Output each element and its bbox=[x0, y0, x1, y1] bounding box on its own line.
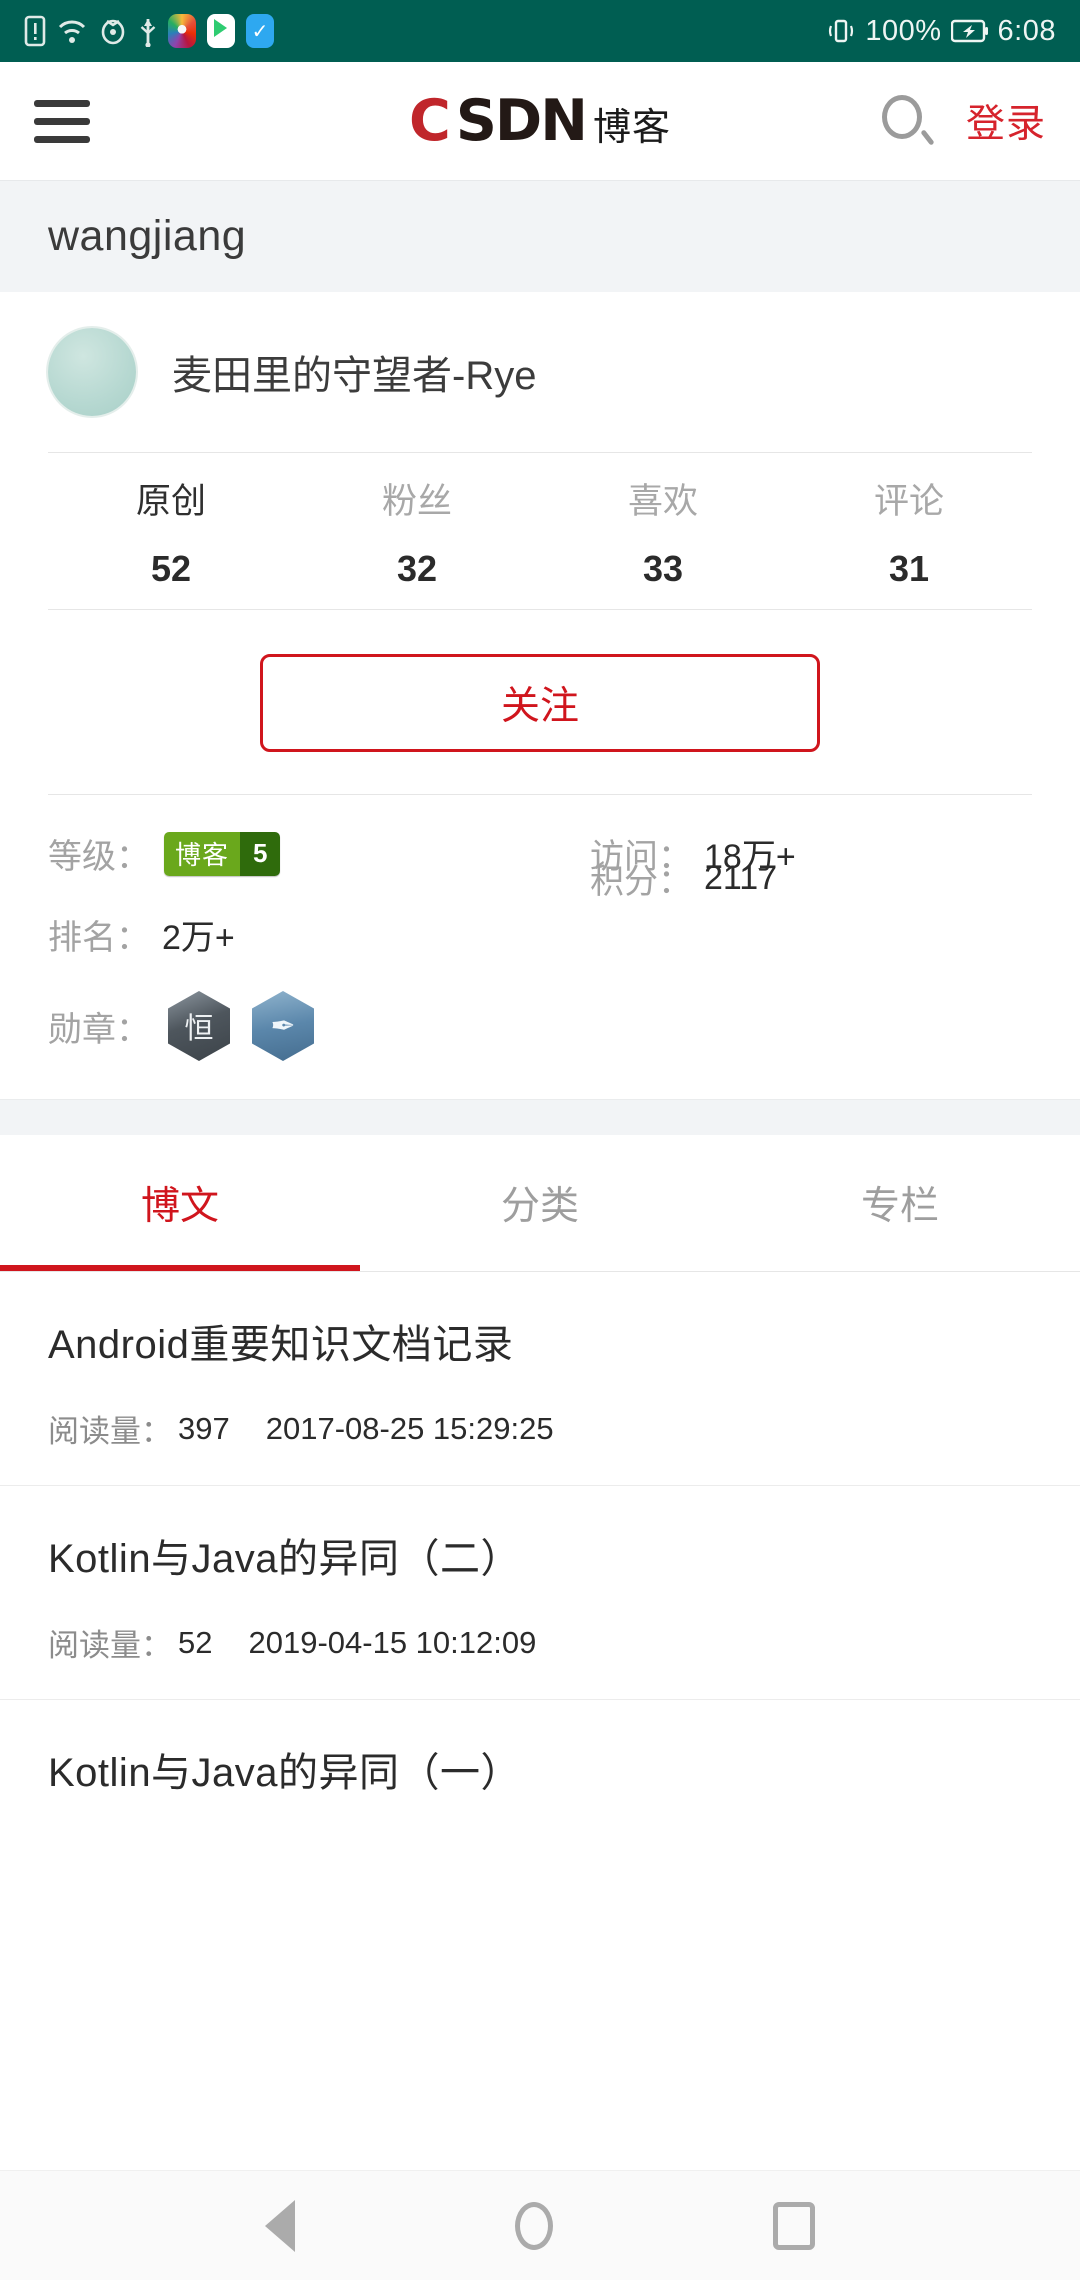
back-triangle-icon[interactable] bbox=[265, 2199, 295, 2252]
phone-screen: 100% 6:08 C SDN 博客 登录 wangjiang bbox=[0, 0, 1080, 2280]
hamburger-menu-icon[interactable] bbox=[34, 99, 90, 143]
follow-button-wrap: 关注 bbox=[48, 610, 1032, 794]
points-label: 积分： bbox=[590, 863, 692, 901]
article-title: Kotlin与Java的异同（二） bbox=[48, 1537, 522, 1581]
login-button[interactable]: 登录 bbox=[966, 93, 1046, 149]
app-header: C SDN 博客 登录 bbox=[0, 62, 1080, 180]
article-title: Kotlin与Java的异同（一） bbox=[48, 1751, 522, 1795]
logo-suffix-blog: 博客 bbox=[592, 107, 671, 149]
medal-list: 恒 ✒ bbox=[168, 991, 314, 1061]
reads-label: 阅读量： bbox=[48, 1414, 172, 1449]
home-circle-icon[interactable] bbox=[515, 2201, 553, 2250]
list-item[interactable]: Kotlin与Java的异同（一） bbox=[0, 1700, 1080, 1832]
article-list: Android重要知识文档记录 阅读量： 397 2017-08-25 15:2… bbox=[0, 1272, 1080, 1832]
nickname-row[interactable]: 麦田里的守望者-Rye bbox=[48, 292, 1032, 452]
logo-letters-sdn: SDN bbox=[455, 88, 588, 154]
article-title: Android重要知识文档记录 bbox=[48, 1323, 514, 1367]
article-date: 2019-04-15 10:12:09 bbox=[248, 1624, 537, 1660]
tab-posts[interactable]: 博文 bbox=[0, 1135, 360, 1271]
tab-columns[interactable]: 专栏 bbox=[720, 1135, 1080, 1271]
article-meta: 阅读量： 397 2017-08-25 15:29:25 bbox=[48, 1406, 1032, 1451]
header-actions: 登录 bbox=[880, 93, 1046, 149]
eye-care-icon bbox=[98, 17, 128, 45]
level-badge-number: 5 bbox=[240, 831, 281, 876]
stat-value: 32 bbox=[396, 547, 438, 589]
usb-icon bbox=[139, 15, 157, 47]
content-tabs: 博文 分类 专栏 bbox=[0, 1135, 1080, 1271]
reads-count: 52 bbox=[178, 1624, 213, 1660]
hamburger-line bbox=[34, 99, 90, 107]
list-item[interactable]: Kotlin与Java的异同（二） 阅读量： 52 2019-04-15 10:… bbox=[0, 1486, 1080, 1700]
medal-glyph: ✒ bbox=[270, 1009, 296, 1043]
profile-meta: 等级： 博客 5 访问： 18万+ 排名： 2万+ 积分： 2117 勋章： 恒… bbox=[48, 795, 1032, 1099]
battery-charging-icon bbox=[950, 19, 989, 43]
photos-app-icon bbox=[168, 14, 196, 48]
medal-glyph: 恒 bbox=[184, 1013, 214, 1045]
status-bar-left-icons bbox=[24, 14, 274, 48]
rank-label: 排名： bbox=[48, 919, 150, 957]
stats-row: 原创 52 粉丝 32 喜欢 33 评论 31 bbox=[48, 453, 1032, 609]
wifi-icon bbox=[57, 17, 87, 45]
status-bar: 100% 6:08 bbox=[0, 0, 1080, 62]
stat-fans[interactable]: 粉丝 32 bbox=[294, 473, 540, 590]
username-banner: wangjiang bbox=[0, 180, 1080, 292]
blue-check-app-icon bbox=[246, 14, 274, 48]
article-meta: 阅读量： 52 2019-04-15 10:12:09 bbox=[48, 1620, 1032, 1665]
stat-label: 喜欢 bbox=[627, 481, 698, 521]
hamburger-line bbox=[34, 135, 90, 143]
status-bar-right: 100% 6:08 bbox=[826, 15, 1056, 48]
play-store-app-icon bbox=[207, 14, 235, 48]
level-badge-text: 博客 bbox=[164, 831, 241, 876]
status-bar-clock: 6:08 bbox=[997, 14, 1056, 47]
sim-alert-icon bbox=[24, 15, 46, 47]
logo-letter-c: C bbox=[409, 88, 451, 154]
stat-original[interactable]: 原创 52 bbox=[48, 473, 294, 590]
rank-value: 2万+ bbox=[162, 919, 235, 957]
writer-medal-icon[interactable]: ✒ bbox=[252, 991, 314, 1061]
vibrate-icon bbox=[826, 16, 856, 46]
hamburger-line bbox=[34, 117, 90, 125]
system-nav-bar bbox=[0, 2170, 1080, 2280]
level-block: 等级： 博客 5 bbox=[48, 829, 540, 878]
stat-label: 评论 bbox=[873, 481, 944, 521]
stat-likes[interactable]: 喜欢 33 bbox=[540, 473, 786, 590]
stat-value: 33 bbox=[642, 547, 684, 589]
battery-percent: 100% bbox=[865, 14, 942, 47]
recents-square-icon[interactable] bbox=[773, 2201, 815, 2250]
list-item[interactable]: Android重要知识文档记录 阅读量： 397 2017-08-25 15:2… bbox=[0, 1272, 1080, 1486]
reads-count: 397 bbox=[178, 1410, 230, 1446]
stat-label: 原创 bbox=[135, 481, 206, 521]
stat-label: 粉丝 bbox=[381, 481, 452, 521]
article-date: 2017-08-25 15:29:25 bbox=[265, 1410, 554, 1446]
nickname-text: 麦田里的守望者-Rye bbox=[172, 354, 537, 398]
points-block: 积分： 2117 bbox=[540, 854, 1032, 903]
stat-comments[interactable]: 评论 31 bbox=[786, 473, 1032, 590]
persistence-medal-icon[interactable]: 恒 bbox=[168, 991, 230, 1061]
level-label: 等级： bbox=[48, 838, 150, 876]
profile-card: 麦田里的守望者-Rye 原创 52 粉丝 32 喜欢 33 评论 31 关注 等… bbox=[0, 292, 1080, 1099]
points-value: 2117 bbox=[704, 859, 778, 897]
follow-button[interactable]: 关注 bbox=[260, 654, 820, 752]
avatar[interactable] bbox=[48, 328, 136, 416]
medal-label: 勋章： bbox=[48, 1010, 150, 1049]
reads-label: 阅读量： bbox=[48, 1628, 172, 1663]
meta-row-rank-points: 排名： 2万+ 积分： 2117 bbox=[48, 859, 1032, 959]
username-text: wangjiang bbox=[48, 212, 247, 260]
section-gap bbox=[0, 1099, 1080, 1135]
stat-value: 52 bbox=[150, 547, 192, 589]
tab-categories[interactable]: 分类 bbox=[360, 1135, 720, 1271]
search-icon[interactable] bbox=[880, 95, 935, 147]
rank-block: 排名： 2万+ bbox=[48, 910, 540, 959]
level-badge[interactable]: 博客 5 bbox=[164, 831, 281, 876]
meta-row-medals: 勋章： 恒 ✒ bbox=[48, 991, 1032, 1061]
stat-value: 31 bbox=[888, 547, 930, 589]
